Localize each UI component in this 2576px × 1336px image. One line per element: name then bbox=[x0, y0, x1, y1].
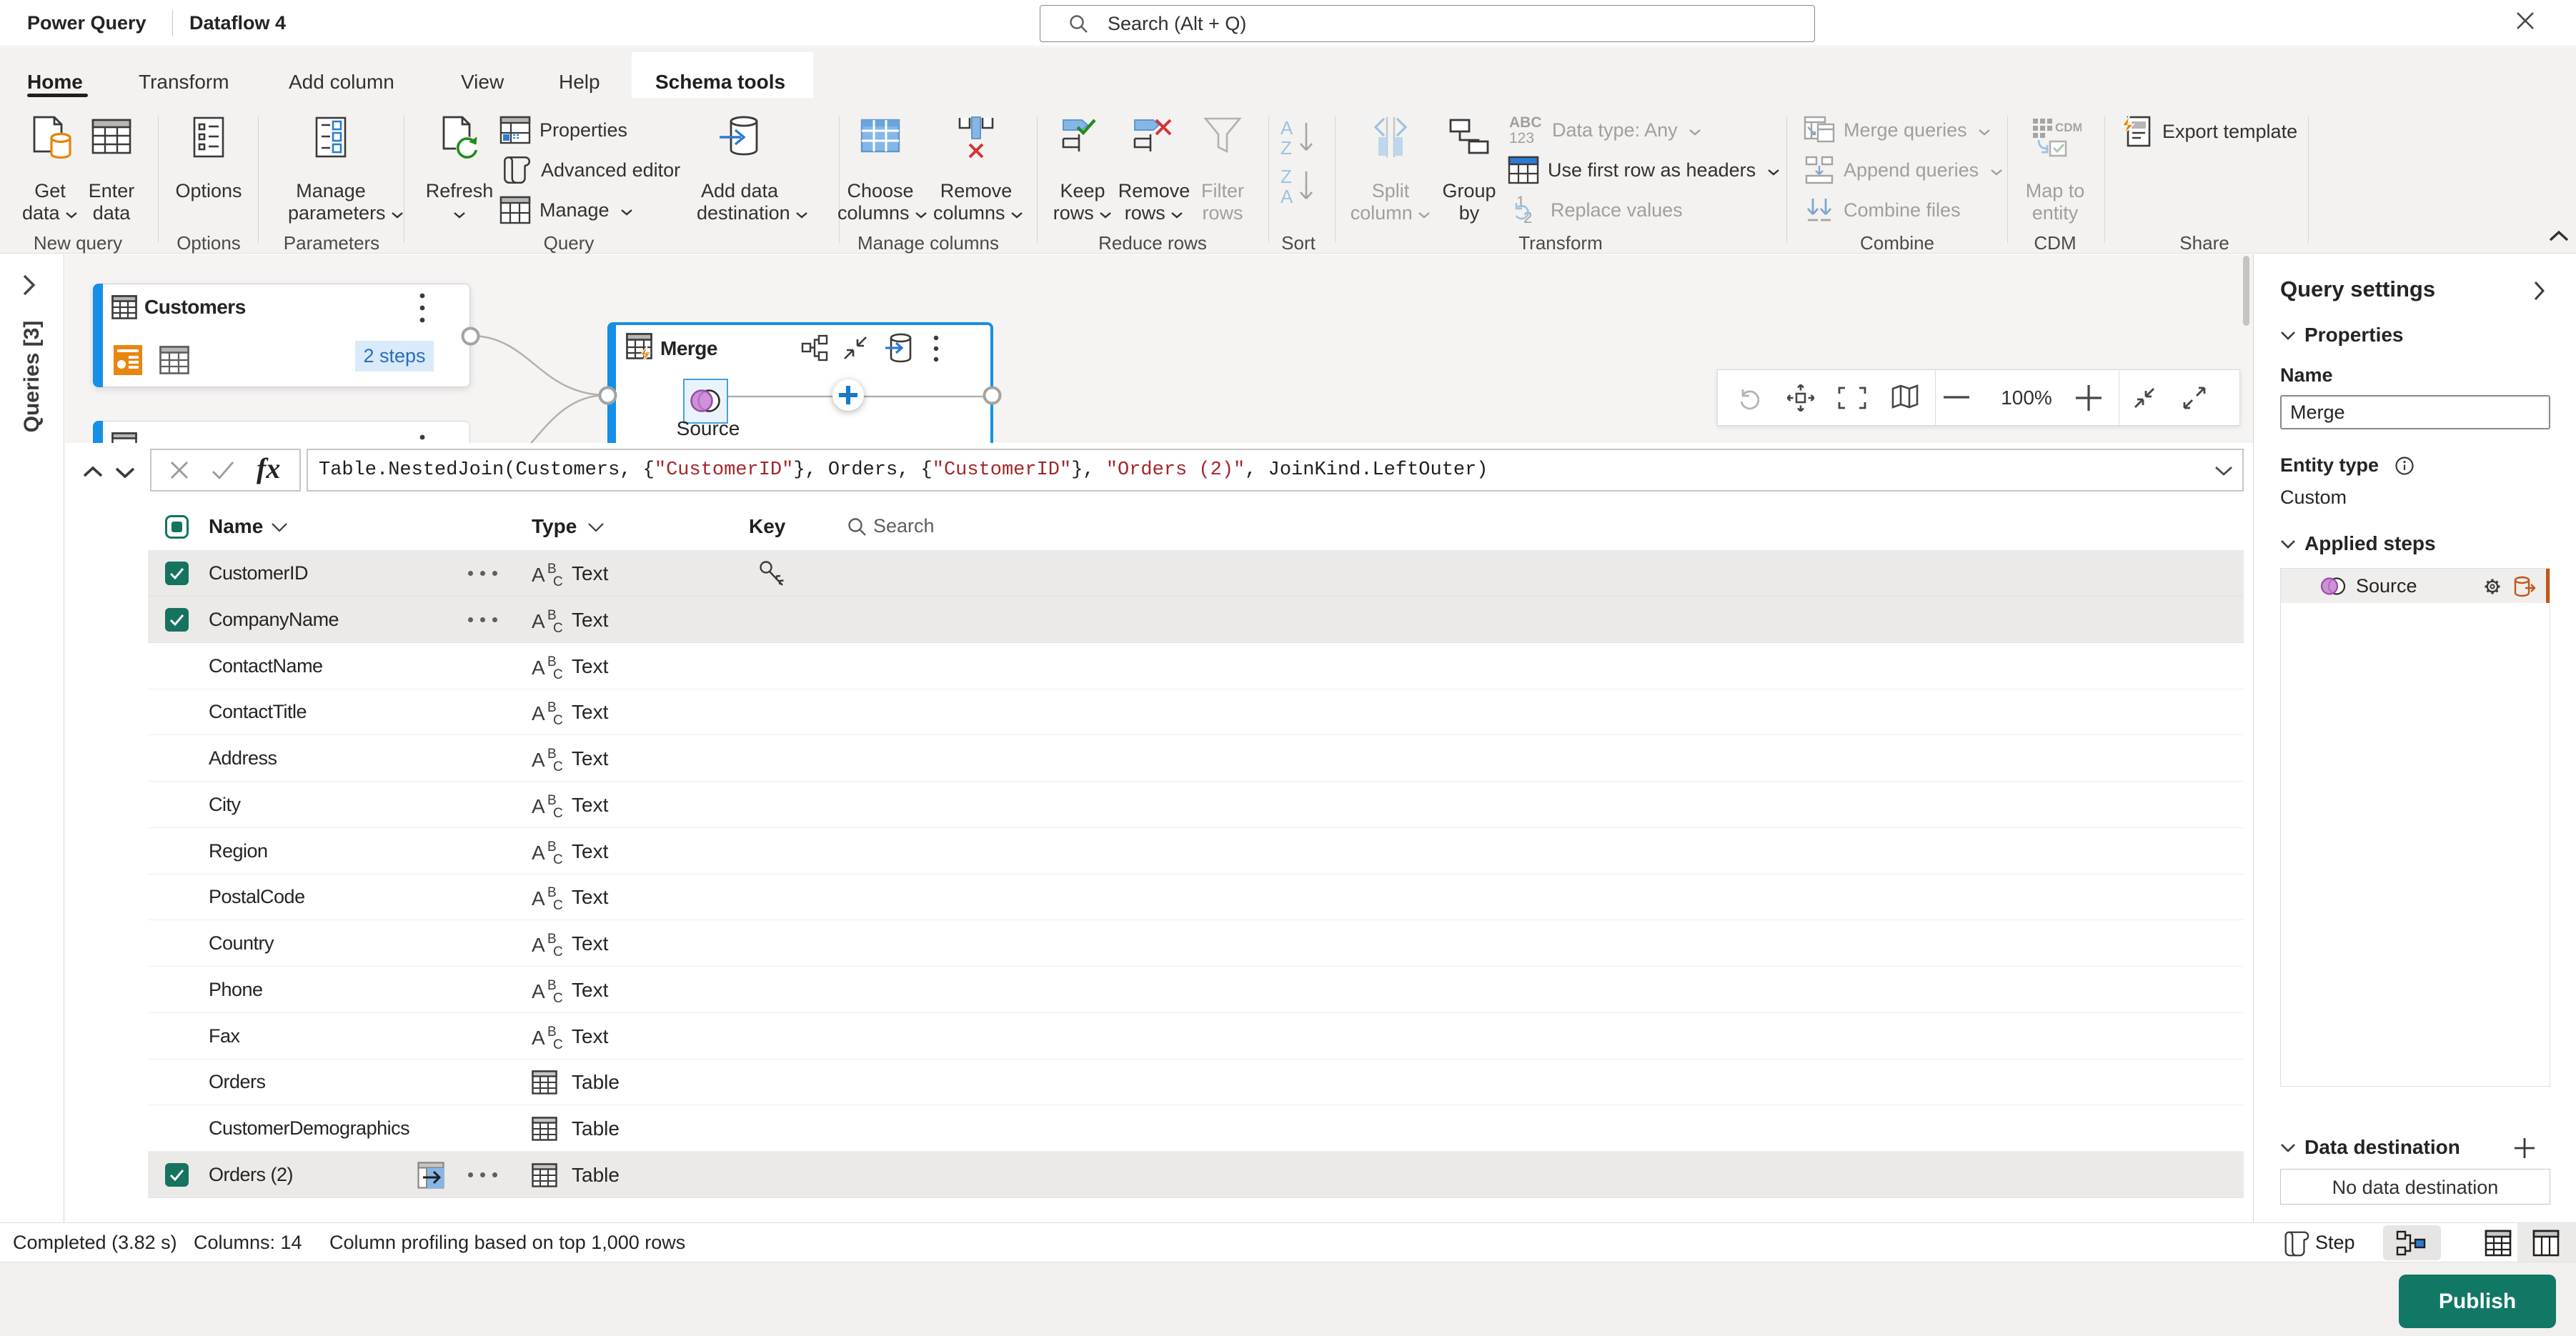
svg-text:C: C bbox=[553, 759, 563, 772]
svg-text:A: A bbox=[1280, 186, 1293, 207]
svg-text:A: A bbox=[532, 980, 545, 1002]
svg-text:A: A bbox=[532, 1027, 545, 1049]
svg-text:C: C bbox=[553, 667, 563, 680]
svg-text:A: A bbox=[532, 564, 545, 586]
svg-text:CDM: CDM bbox=[2055, 121, 2082, 134]
svg-text:A: A bbox=[532, 842, 545, 864]
svg-text:Z: Z bbox=[1280, 166, 1292, 187]
svg-text:C: C bbox=[553, 944, 563, 957]
svg-text:A: A bbox=[532, 657, 545, 679]
svg-text:123: 123 bbox=[1509, 130, 1534, 146]
svg-text:A: A bbox=[532, 610, 545, 632]
svg-text:A: A bbox=[1280, 117, 1293, 139]
svg-text:C: C bbox=[553, 991, 563, 1004]
svg-text:A: A bbox=[532, 749, 545, 771]
svg-text:A: A bbox=[532, 934, 545, 956]
svg-text:C: C bbox=[553, 1037, 563, 1050]
svg-text:A: A bbox=[532, 702, 545, 724]
svg-text:C: C bbox=[553, 806, 563, 819]
svg-text:C: C bbox=[553, 713, 563, 726]
svg-text:Z: Z bbox=[1280, 137, 1292, 159]
svg-text:C: C bbox=[553, 574, 563, 587]
svg-text:C: C bbox=[553, 852, 563, 865]
svg-text:A: A bbox=[532, 795, 545, 817]
svg-text:A: A bbox=[532, 887, 545, 909]
svg-text:C: C bbox=[553, 621, 563, 634]
svg-text:C: C bbox=[553, 898, 563, 911]
svg-text:ABC: ABC bbox=[1509, 114, 1542, 131]
